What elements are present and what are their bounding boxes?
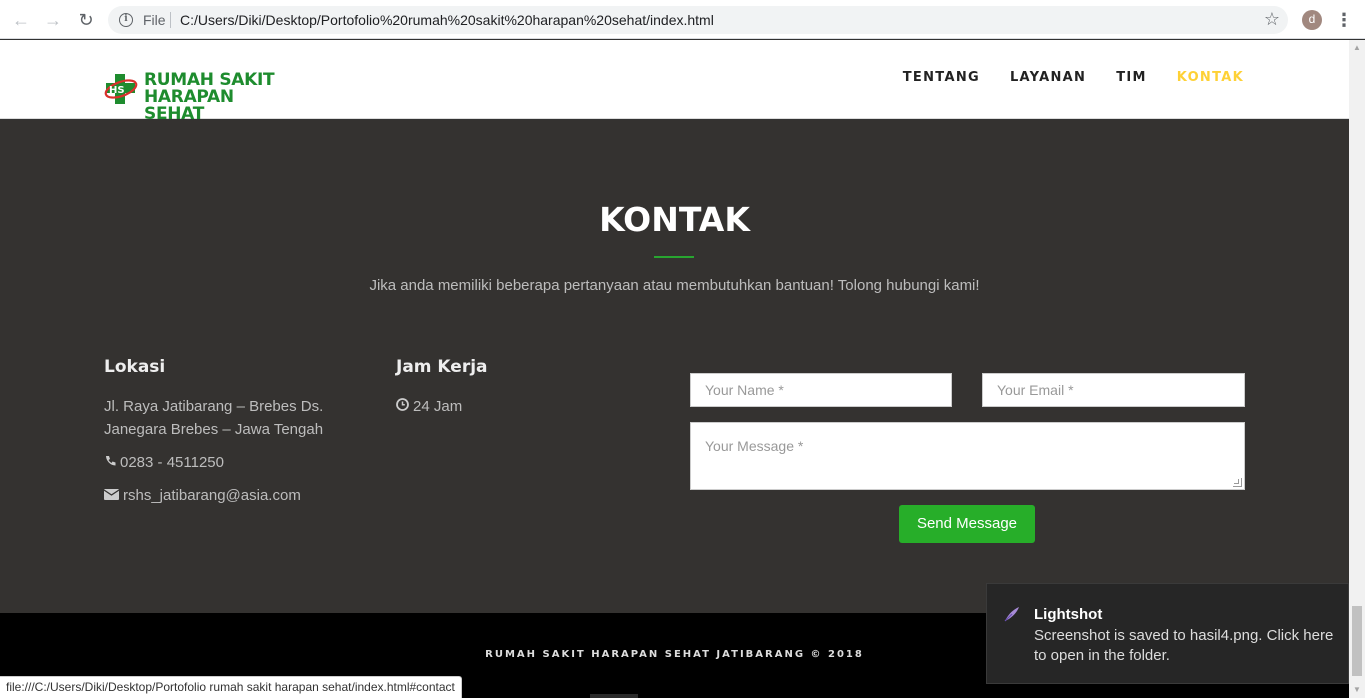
- section-lead: Jika anda memiliki beberapa pertanyaan a…: [369, 277, 980, 294]
- scroll-thumb[interactable]: [1352, 606, 1362, 676]
- section-title: KONTAK: [599, 200, 750, 239]
- hospital-cross-logo-icon: HS: [104, 74, 138, 104]
- hours-heading: Jam Kerja: [396, 357, 488, 377]
- phone-number: 0283 - 4511250: [120, 454, 224, 471]
- logo-text: RUMAH SAKIT HARAPAN SEHAT: [144, 72, 294, 123]
- resize-handle-icon[interactable]: [1233, 478, 1242, 487]
- notification-message[interactable]: Screenshot is saved to hasil4.png. Click…: [1034, 626, 1334, 666]
- message-textarea[interactable]: [691, 423, 1244, 489]
- notification-title: Lightshot: [1034, 606, 1103, 623]
- name-field[interactable]: [690, 373, 952, 407]
- info-icon[interactable]: i: [119, 13, 133, 27]
- page-scrollbar[interactable]: ▲ ▼: [1349, 40, 1365, 698]
- link-status-bar: file:///C:/Users/Diki/Desktop/Portofolio…: [0, 676, 462, 698]
- phone-row: 0283 - 4511250: [104, 451, 224, 474]
- email-input[interactable]: [983, 374, 1244, 406]
- logo-line-2: HARAPAN SEHAT: [144, 87, 234, 124]
- hours-value: 24 Jam: [413, 398, 463, 415]
- logo-mark-text: HS: [109, 85, 125, 96]
- email-address[interactable]: rshs_jatibarang@asia.com: [123, 487, 301, 504]
- site-navbar: HS RUMAH SAKIT HARAPAN SEHAT TENTANG LAY…: [0, 40, 1349, 123]
- address-bar[interactable]: i File C:/Users/Diki/Desktop/Portofolio%…: [108, 6, 1288, 34]
- omnibox-divider: [170, 12, 171, 28]
- send-message-button[interactable]: Send Message: [899, 505, 1035, 543]
- contact-section: KONTAK Jika anda memiliki beberapa perta…: [0, 120, 1349, 613]
- email-row: rshs_jatibarang@asia.com: [103, 484, 301, 507]
- menu-item-layanan[interactable]: LAYANAN: [1010, 70, 1086, 85]
- address: Jl. Raya Jatibarang – Brebes Ds. Janegar…: [104, 395, 364, 441]
- message-field[interactable]: [690, 422, 1245, 490]
- phone-icon: [104, 451, 116, 474]
- site-logo[interactable]: HS RUMAH SAKIT HARAPAN SEHAT: [104, 70, 294, 123]
- profile-avatar[interactable]: d: [1302, 10, 1322, 30]
- scroll-down-arrow-icon[interactable]: ▼: [1349, 682, 1365, 698]
- envelope-icon: [103, 484, 120, 507]
- menu-item-tentang[interactable]: TENTANG: [903, 70, 980, 85]
- bookmark-star-icon[interactable]: ☆: [1264, 9, 1280, 30]
- menu-item-kontak[interactable]: KONTAK: [1177, 70, 1244, 85]
- reload-icon[interactable]: ↻: [74, 8, 98, 32]
- email-field[interactable]: [982, 373, 1245, 407]
- menu-item-tim[interactable]: TIM: [1116, 70, 1147, 85]
- address-line-1: Jl. Raya Jatibarang – Brebes Ds.: [104, 398, 324, 415]
- browser-menu-icon[interactable]: ⋮: [1335, 8, 1353, 32]
- forward-arrow-icon[interactable]: →: [41, 8, 65, 32]
- location-heading: Lokasi: [104, 357, 166, 377]
- lightshot-notification[interactable]: Lightshot Screenshot is saved to hasil4.…: [986, 583, 1349, 684]
- scheme-label: File: [143, 12, 166, 28]
- title-divider: [654, 256, 694, 258]
- main-menu: TENTANG LAYANAN TIM KONTAK: [873, 70, 1244, 85]
- scroll-up-arrow-icon[interactable]: ▲: [1349, 40, 1365, 56]
- hours-row: 24 Jam: [396, 395, 462, 418]
- address-line-2: Janegara Brebes – Jawa Tengah: [104, 421, 324, 438]
- footer-divider: [590, 694, 638, 698]
- clock-icon: [396, 395, 409, 418]
- lightshot-feather-icon: [1004, 607, 1019, 622]
- url-text[interactable]: C:/Users/Diki/Desktop/Portofolio%20rumah…: [180, 12, 714, 28]
- back-arrow-icon[interactable]: ←: [9, 8, 33, 32]
- browser-toolbar: ← → ↻ i File C:/Users/Diki/Desktop/Porto…: [0, 0, 1365, 39]
- name-input[interactable]: [691, 374, 951, 406]
